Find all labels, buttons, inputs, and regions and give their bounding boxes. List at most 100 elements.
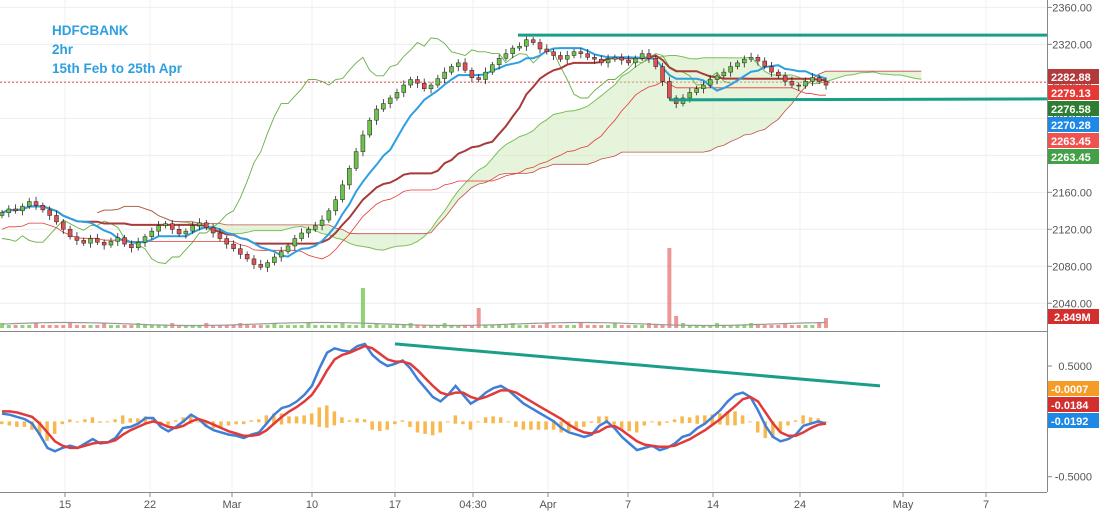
candle-body bbox=[796, 84, 802, 87]
volume-bar bbox=[551, 325, 556, 328]
candle-body bbox=[660, 66, 665, 82]
candle bbox=[462, 58, 468, 74]
candle-body bbox=[40, 205, 46, 211]
time-tick-label: 15 bbox=[59, 499, 71, 511]
histogram-bar bbox=[173, 420, 178, 422]
candle-body bbox=[156, 225, 161, 232]
candle-body bbox=[592, 57, 597, 60]
histogram-bar bbox=[113, 419, 117, 423]
candle bbox=[176, 224, 182, 237]
candle bbox=[387, 95, 393, 109]
volume-bar bbox=[810, 325, 815, 328]
volume-bar bbox=[286, 325, 291, 328]
histogram-bar bbox=[582, 421, 586, 427]
histogram-bar bbox=[680, 416, 684, 424]
volume-bar bbox=[653, 325, 658, 328]
histogram-bar bbox=[347, 420, 352, 422]
histogram-bar bbox=[687, 417, 692, 423]
histogram-bar bbox=[589, 421, 594, 423]
volume-bar bbox=[306, 323, 311, 328]
histogram-bar bbox=[491, 416, 495, 424]
osc-value-text: -0.0184 bbox=[1051, 400, 1089, 412]
candle bbox=[135, 237, 141, 251]
histogram-bar bbox=[786, 421, 790, 426]
candle bbox=[258, 259, 264, 270]
osc-tick-label: -0.5000 bbox=[1055, 472, 1092, 484]
candle-body bbox=[694, 88, 699, 93]
chart-canvas[interactable]: 2360.002320.002280.002240.002200.002160.… bbox=[0, 0, 1099, 515]
volume-bar bbox=[129, 325, 134, 328]
time-tick-label: 04:30 bbox=[459, 499, 487, 511]
candle bbox=[156, 220, 161, 236]
histogram-bar bbox=[627, 421, 631, 432]
price-tag: 2276.58 bbox=[1048, 101, 1099, 116]
volume-bars bbox=[0, 248, 828, 328]
candle bbox=[244, 251, 250, 262]
candle bbox=[33, 196, 39, 210]
volume-bar bbox=[13, 325, 18, 328]
volume-bar bbox=[660, 325, 665, 328]
candle-body bbox=[599, 58, 604, 64]
volume-bar bbox=[762, 325, 767, 328]
date-range-label: 15th Feb to 25th Apr bbox=[52, 61, 183, 76]
candle bbox=[353, 147, 359, 172]
volume-bar bbox=[115, 325, 120, 328]
candle-body bbox=[653, 57, 659, 67]
candle-body bbox=[701, 84, 706, 90]
candle bbox=[333, 196, 338, 216]
price-tick-label: 2160.00 bbox=[1052, 187, 1092, 199]
candle bbox=[285, 243, 291, 255]
candle bbox=[108, 237, 114, 248]
volume-bar bbox=[6, 325, 11, 328]
candle-body bbox=[537, 42, 543, 50]
candle-body bbox=[619, 57, 624, 61]
histogram-bar bbox=[498, 417, 503, 423]
candle-body bbox=[748, 57, 754, 60]
candle bbox=[88, 234, 93, 248]
candle bbox=[537, 38, 543, 54]
histogram-bar bbox=[755, 421, 760, 433]
volume-bar bbox=[633, 325, 638, 328]
candle-body bbox=[74, 236, 80, 241]
price-tick-label: 2040.00 bbox=[1052, 298, 1092, 310]
candle bbox=[272, 253, 277, 266]
candle bbox=[490, 61, 495, 75]
volume-bar bbox=[755, 325, 760, 328]
candle-body bbox=[367, 119, 372, 136]
price-tag: 2279.13 bbox=[1048, 85, 1099, 100]
candle-body bbox=[707, 79, 713, 86]
volume-tag: 2.849M bbox=[1048, 309, 1099, 324]
volume-bar bbox=[606, 325, 611, 328]
candle-body bbox=[272, 256, 277, 263]
candle bbox=[524, 35, 529, 51]
candle-body bbox=[129, 243, 134, 249]
histogram-bar bbox=[287, 416, 291, 424]
candle-body bbox=[47, 209, 52, 216]
candle-body bbox=[115, 237, 121, 242]
candle-body bbox=[299, 232, 304, 239]
histogram-bar bbox=[340, 417, 344, 423]
time-tick-label: 14 bbox=[707, 499, 719, 511]
time-axis[interactable]: 15 22 Mar 10 17 04:30 Apr 7 14 24 May 7 bbox=[59, 492, 989, 511]
volume-bar bbox=[102, 323, 107, 328]
candle-body bbox=[26, 201, 32, 207]
price-tag: 2263.45 bbox=[1048, 149, 1099, 164]
volume-bar bbox=[74, 325, 79, 328]
volume-bar bbox=[34, 323, 39, 328]
signal-line-red bbox=[2, 344, 827, 450]
histogram-bar bbox=[249, 420, 253, 422]
histogram-bar bbox=[453, 415, 458, 424]
volume-bar bbox=[408, 323, 413, 328]
histogram-bar bbox=[468, 421, 473, 430]
histogram-bar bbox=[612, 421, 616, 425]
candle-body bbox=[823, 81, 829, 86]
histogram-bar bbox=[544, 421, 548, 430]
volume-bar bbox=[81, 325, 86, 328]
histogram-bar bbox=[377, 421, 382, 432]
candle-body bbox=[483, 71, 488, 80]
candle bbox=[347, 165, 352, 190]
histogram-bar bbox=[15, 421, 19, 427]
candle bbox=[456, 59, 461, 72]
candle bbox=[95, 233, 100, 246]
candle-body bbox=[428, 84, 434, 90]
